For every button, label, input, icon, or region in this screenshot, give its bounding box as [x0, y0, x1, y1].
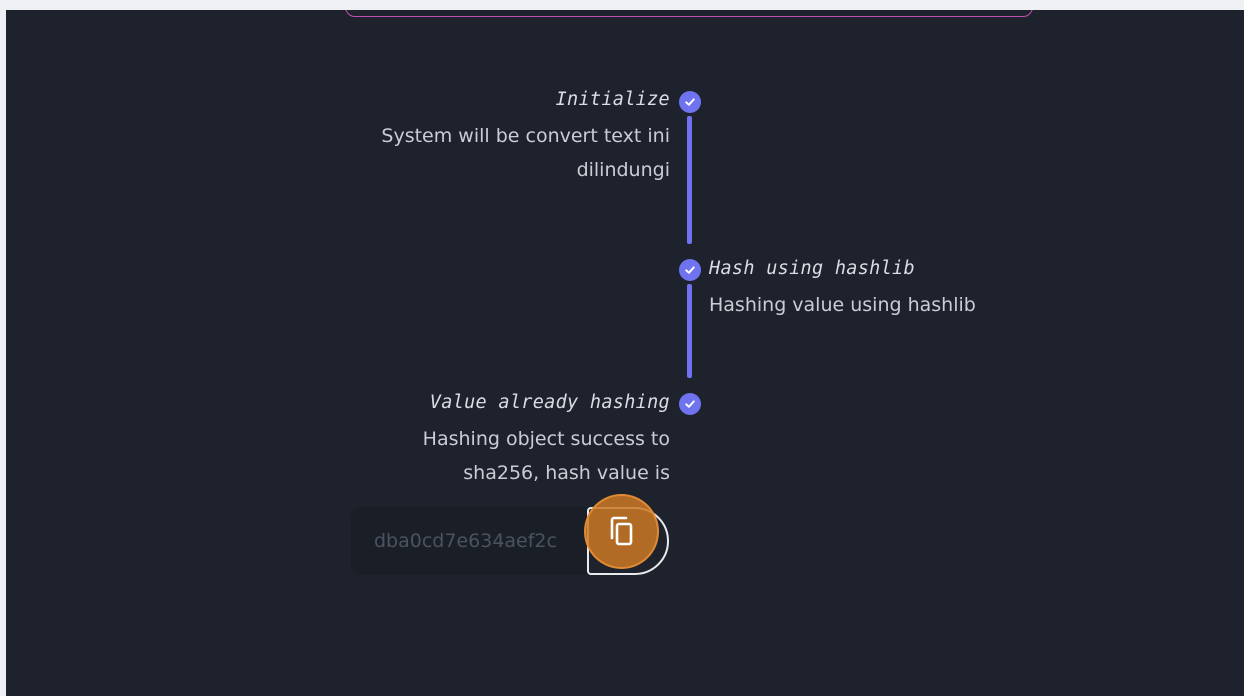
input-card: [345, 10, 1033, 17]
step-description: sha256, hash value is: [463, 462, 670, 484]
timeline-connector: [687, 284, 692, 378]
step-description: Hashing object success to: [422, 428, 670, 450]
copy-icon[interactable]: [584, 494, 659, 569]
timeline-connector: [687, 116, 692, 244]
step-title: Initialize: [555, 89, 670, 110]
step-description: Hashing value using hashlib: [709, 294, 976, 316]
step-description: dilindungi: [576, 159, 670, 181]
hash-value-field[interactable]: dba0cd7e634aef2c: [351, 507, 613, 575]
check-circle-icon: [679, 393, 701, 415]
check-circle-icon: [679, 259, 701, 281]
step-title: Value already hashing: [429, 392, 670, 413]
step-title: Hash using hashlib: [709, 258, 915, 279]
check-circle-icon: [679, 91, 701, 113]
app-screen: Initialize System will be convert text i…: [6, 10, 1244, 696]
step-description: System will be convert text ini: [381, 125, 670, 147]
